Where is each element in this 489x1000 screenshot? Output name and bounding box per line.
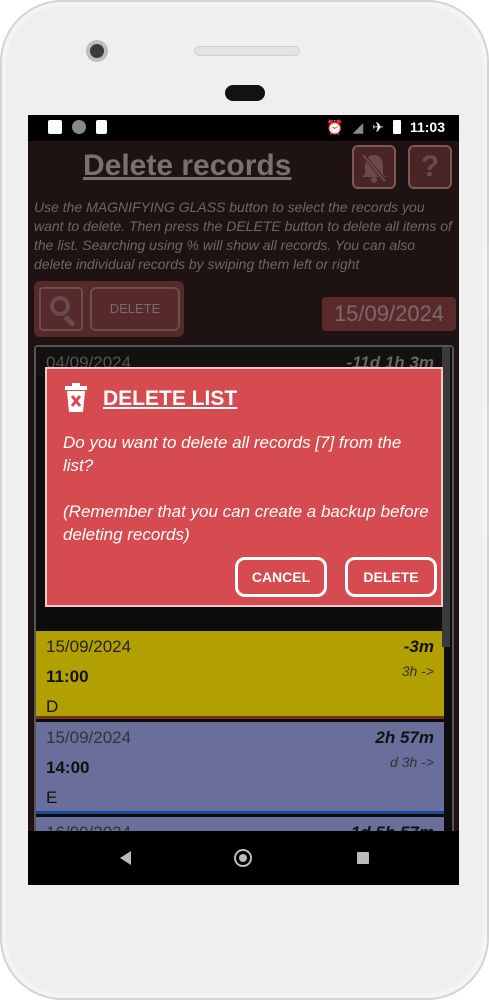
nav-bar xyxy=(28,831,459,885)
bell-off-icon xyxy=(361,153,387,183)
record-delta: -3m xyxy=(403,637,434,656)
page-title: Delete records xyxy=(83,149,292,182)
circle-notification-icon xyxy=(72,120,86,134)
alarm-icon: ⏰ xyxy=(326,119,344,135)
delete-button[interactable]: DELETE xyxy=(345,557,437,597)
instructions-text: Use the MAGNIFYING GLASS button to selec… xyxy=(34,199,452,272)
top-speaker xyxy=(194,46,300,56)
list-item[interactable]: 15/09/2024 2h 57m 14:00 d 3h -> E xyxy=(36,722,444,814)
airplane-icon: ✈ xyxy=(372,119,384,135)
home-icon[interactable] xyxy=(234,849,252,867)
status-time: 11:03 xyxy=(409,119,445,135)
record-time: 11:00 xyxy=(46,667,89,686)
delete-list-button[interactable]: DELETE xyxy=(90,287,180,331)
cancel-button[interactable]: CANCEL xyxy=(235,557,327,597)
magnifying-glass-button[interactable] xyxy=(39,287,83,331)
search-toolbar: DELETE xyxy=(34,281,184,337)
magnifying-glass-icon xyxy=(50,296,70,316)
record-name: D xyxy=(46,697,59,716)
magnifying-glass-handle xyxy=(63,314,76,328)
list-item[interactable]: 15/09/2024 -3m 11:00 3h -> D xyxy=(36,631,444,719)
mute-button[interactable] xyxy=(352,145,396,189)
back-icon[interactable] xyxy=(120,851,131,865)
record-repeat: 3h -> xyxy=(401,663,434,679)
status-bar: ⏰ ◢ ✈ 11:03 xyxy=(28,115,459,141)
record-delta: 2h 57m xyxy=(375,728,434,747)
screen: ⏰ ◢ ✈ 11:03 Delete records ? Use the MAG… xyxy=(28,115,459,885)
recents-icon[interactable] xyxy=(357,852,369,864)
calendar-notification-icon xyxy=(48,120,62,134)
dialog-title: DELETE LIST xyxy=(103,387,238,410)
dialog-message: Do you want to delete all records [7] fr… xyxy=(63,431,433,546)
phone-frame: ⏰ ◢ ✈ 11:03 Delete records ? Use the MAG… xyxy=(0,0,489,1000)
record-repeat: d 3h -> xyxy=(390,754,434,770)
battery-icon xyxy=(392,120,401,134)
trash-icon xyxy=(65,383,87,412)
record-name: E xyxy=(46,788,58,807)
record-date: 15/09/2024 xyxy=(46,637,132,656)
dialog-message-line1: Do you want to delete all records [7] fr… xyxy=(63,433,402,475)
front-camera xyxy=(86,40,108,62)
dialog-message-line2: (Remember that you can create a backup b… xyxy=(63,502,429,544)
list-scrollbar[interactable] xyxy=(442,347,450,647)
help-button[interactable]: ? xyxy=(408,145,452,189)
no-signal-icon: ◢ xyxy=(352,119,364,135)
record-time: 14:00 xyxy=(46,758,90,777)
date-selector[interactable]: 15/09/2024 xyxy=(322,297,456,331)
dialog-spacer xyxy=(63,477,433,500)
earpiece xyxy=(225,85,265,101)
sd-card-icon xyxy=(96,120,107,134)
delete-list-dialog: DELETE LIST Do you want to delete all re… xyxy=(45,367,443,607)
